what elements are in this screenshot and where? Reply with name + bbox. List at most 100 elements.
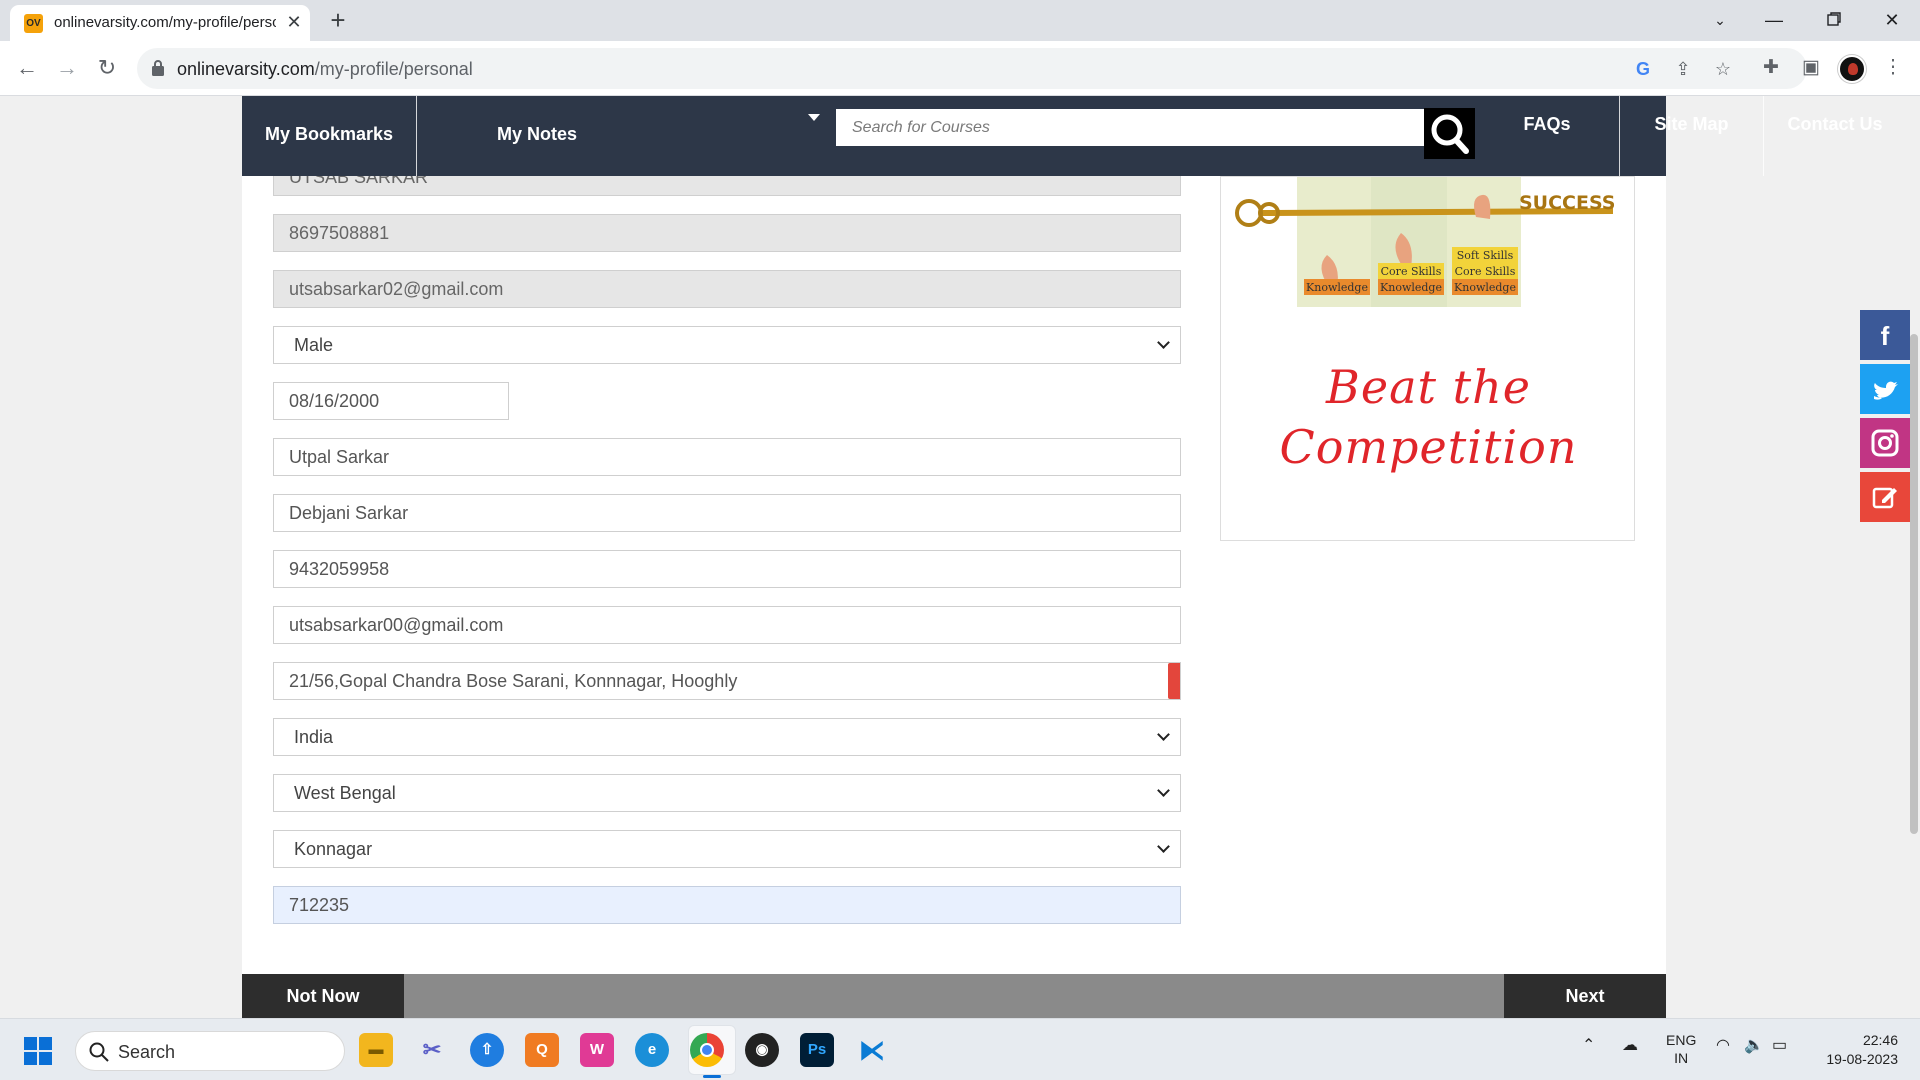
extensions-icon[interactable]: ✚ bbox=[1756, 53, 1786, 83]
facebook-share-button[interactable]: f bbox=[1860, 310, 1910, 360]
url-text: onlinevarsity.com/my-profile/personal bbox=[177, 59, 473, 79]
side-panel-icon[interactable]: ▣ bbox=[1796, 53, 1826, 83]
back-icon[interactable]: ← bbox=[12, 53, 42, 83]
success-steps-illustration: SUCCESS Soft Skills Core Skills Knowledg… bbox=[1235, 177, 1616, 307]
taskbar-search[interactable]: Search bbox=[75, 1031, 345, 1071]
file-explorer-icon[interactable]: ▬ bbox=[359, 1033, 393, 1067]
gender-value: Male bbox=[294, 335, 334, 355]
chevron-down-icon bbox=[1157, 728, 1170, 741]
feedback-edit-button[interactable] bbox=[1860, 472, 1910, 522]
nav-faqs[interactable]: FAQs bbox=[1475, 96, 1619, 176]
page-viewport: My Bookmarks My Notes FAQs Site Map Cont… bbox=[0, 96, 1920, 1018]
pincode-field[interactable]: 712235 bbox=[273, 886, 1181, 924]
svg-text:Knowledge: Knowledge bbox=[1306, 281, 1368, 294]
address-value: 21/56,Gopal Chandra Bose Sarani, Konnnag… bbox=[289, 671, 738, 691]
nav-contact-us[interactable]: Contact Us bbox=[1764, 96, 1906, 176]
parent-phone-field[interactable]: 9432059958 bbox=[273, 550, 1181, 588]
profile-content: UTSAB SARKAR 8697508881 utsabsarkar02@gm… bbox=[242, 176, 1666, 1018]
restore-icon[interactable] bbox=[1814, 4, 1854, 36]
vscode-icon[interactable]: ⧔ bbox=[855, 1033, 889, 1067]
forward-icon[interactable]: → bbox=[52, 53, 82, 83]
city-value: Konnagar bbox=[294, 839, 373, 859]
svg-text:Knowledge: Knowledge bbox=[1454, 281, 1516, 294]
site-favicon-icon: OV bbox=[24, 14, 43, 33]
show-hidden-icons-icon[interactable]: ⌃ bbox=[1582, 1035, 1595, 1055]
windows-taskbar: Search ▬ ✂ ⇧ Q W e ◉ Ps ⧔ ⌃ ☁ ENG IN ◠ 🔈… bbox=[0, 1018, 1920, 1080]
edit-icon bbox=[1872, 487, 1897, 509]
chevron-down-icon bbox=[1157, 336, 1170, 349]
tab-search-icon[interactable]: ⌄ bbox=[1700, 4, 1740, 36]
svg-text:Knowledge: Knowledge bbox=[1380, 281, 1442, 294]
search-icon bbox=[1431, 114, 1469, 154]
new-tab-icon[interactable]: + bbox=[324, 6, 352, 34]
instagram-icon bbox=[1871, 429, 1899, 457]
nav-my-bookmarks[interactable]: My Bookmarks bbox=[242, 96, 416, 176]
alternate-email-field[interactable]: utsabsarkar00@gmail.com bbox=[273, 606, 1181, 644]
bookmark-star-icon[interactable]: ☆ bbox=[1711, 57, 1735, 81]
w-app-icon[interactable]: W bbox=[580, 1033, 614, 1067]
city-select[interactable]: Konnagar bbox=[273, 830, 1181, 868]
twitter-share-button[interactable] bbox=[1860, 364, 1910, 414]
lock-icon[interactable] bbox=[151, 59, 165, 77]
snipping-tool-icon[interactable]: ✂ bbox=[415, 1033, 449, 1067]
next-button[interactable]: Next bbox=[1504, 974, 1666, 1018]
cloud-app-icon[interactable]: ⇧ bbox=[470, 1033, 504, 1067]
tab-title: onlinevarsity.com/my-profile/personal bbox=[54, 14, 276, 31]
svg-text:Core Skills: Core Skills bbox=[1381, 265, 1442, 278]
email-field: utsabsarkar02@gmail.com bbox=[273, 270, 1181, 308]
grammar-marker-icon[interactable] bbox=[1168, 663, 1180, 699]
volume-icon[interactable]: 🔈 bbox=[1744, 1035, 1764, 1055]
battery-icon[interactable]: ▭ bbox=[1772, 1035, 1787, 1055]
edge-icon[interactable]: e bbox=[635, 1033, 669, 1067]
tab-close-icon[interactable]: ✕ bbox=[284, 12, 304, 32]
reload-icon[interactable]: ↻ bbox=[92, 53, 122, 83]
language-indicator[interactable]: ENG IN bbox=[1666, 1031, 1696, 1067]
country-select[interactable]: India bbox=[273, 718, 1181, 756]
state-select[interactable]: West Bengal bbox=[273, 774, 1181, 812]
profile-avatar[interactable] bbox=[1838, 55, 1866, 83]
form-footer: Not Now Next bbox=[242, 974, 1666, 1018]
browser-tab[interactable]: OV onlinevarsity.com/my-profile/personal… bbox=[10, 5, 310, 41]
chrome-icon[interactable] bbox=[690, 1033, 724, 1067]
site-navigation: My Bookmarks My Notes FAQs Site Map Cont… bbox=[242, 96, 1883, 176]
ad-headline: Beat the Competition bbox=[1279, 360, 1578, 474]
search-button[interactable] bbox=[1424, 108, 1475, 159]
share-icon[interactable]: ⇪ bbox=[1671, 57, 1695, 81]
nav-site-map[interactable]: Site Map bbox=[1620, 96, 1763, 176]
father-name-field[interactable]: Utpal Sarkar bbox=[273, 438, 1181, 476]
page-scrollbar[interactable] bbox=[1910, 334, 1918, 834]
system-clock[interactable]: 22:46 19-08-2023 bbox=[1818, 1031, 1898, 1069]
svg-text:SUCCESS: SUCCESS bbox=[1519, 192, 1616, 214]
mother-name-field[interactable]: Debjani Sarkar bbox=[273, 494, 1181, 532]
close-window-icon[interactable]: ✕ bbox=[1872, 4, 1912, 36]
address-bar[interactable]: onlinevarsity.com/my-profile/personal G … bbox=[137, 48, 1807, 89]
instagram-share-button[interactable] bbox=[1860, 418, 1910, 468]
date-of-birth-field[interactable]: 08/16/2000 bbox=[273, 382, 509, 420]
chevron-down-icon bbox=[1157, 784, 1170, 797]
obs-icon[interactable]: ◉ bbox=[745, 1033, 779, 1067]
phone-field: 8697508881 bbox=[273, 214, 1181, 252]
photoshop-icon[interactable]: Ps bbox=[800, 1033, 834, 1067]
q-app-icon[interactable]: Q bbox=[525, 1033, 559, 1067]
browser-toolbar: ← → ↻ onlinevarsity.com/my-profile/perso… bbox=[0, 41, 1920, 96]
course-search-input[interactable] bbox=[836, 109, 1424, 146]
twitter-icon bbox=[1874, 381, 1898, 400]
chrome-menu-icon[interactable]: ⋮ bbox=[1878, 53, 1908, 83]
gender-select[interactable]: Male bbox=[273, 326, 1181, 364]
search-icon bbox=[89, 1042, 109, 1062]
google-lens-icon[interactable]: G bbox=[1631, 57, 1655, 81]
minimize-icon[interactable]: — bbox=[1754, 4, 1794, 36]
onedrive-icon[interactable]: ☁ bbox=[1622, 1035, 1638, 1055]
svg-text:Soft Skills: Soft Skills bbox=[1457, 249, 1514, 262]
address-field[interactable]: 21/56,Gopal Chandra Bose Sarani, Konnnag… bbox=[273, 662, 1181, 700]
chevron-down-icon bbox=[1157, 840, 1170, 853]
browser-tabstrip: OV onlinevarsity.com/my-profile/personal… bbox=[0, 0, 1920, 41]
dropdown-caret-icon[interactable] bbox=[808, 114, 820, 121]
windows-start-icon[interactable] bbox=[24, 1037, 52, 1065]
svg-text:Core Skills: Core Skills bbox=[1455, 265, 1516, 278]
nav-my-notes[interactable]: My Notes bbox=[417, 96, 657, 176]
advertisement-banner[interactable]: SUCCESS Soft Skills Core Skills Knowledg… bbox=[1220, 176, 1635, 541]
wifi-icon[interactable]: ◠ bbox=[1716, 1035, 1730, 1055]
not-now-button[interactable]: Not Now bbox=[242, 974, 404, 1018]
facebook-icon: f bbox=[1881, 321, 1890, 351]
